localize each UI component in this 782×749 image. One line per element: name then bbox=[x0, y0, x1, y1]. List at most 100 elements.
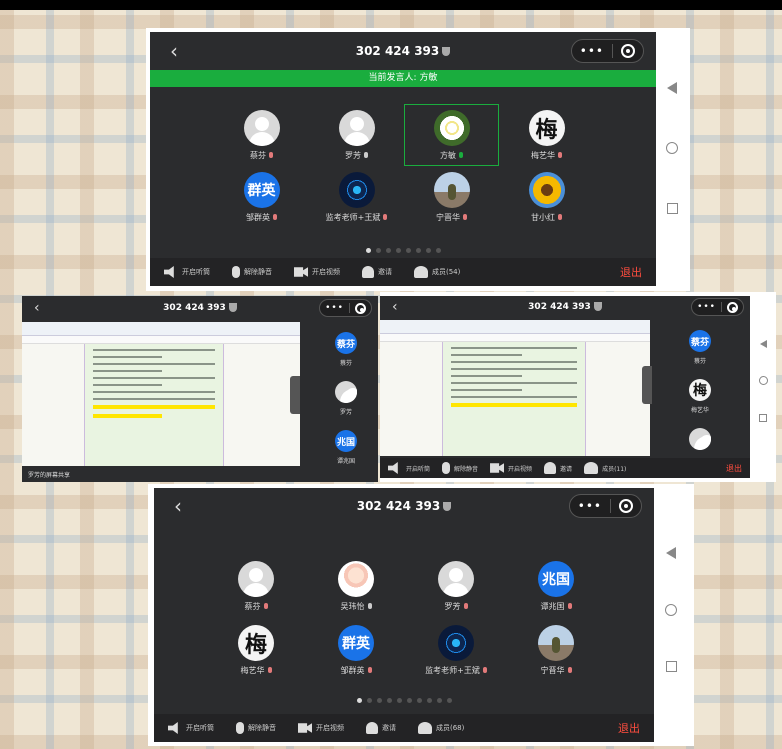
unmute-button[interactable]: 解除静音 bbox=[442, 462, 478, 474]
meeting-id: 302 424 393 bbox=[356, 499, 441, 513]
participant-tile[interactable]: 罗芳 bbox=[335, 381, 357, 416]
participant-tile[interactable]: 梅 梅艺华 bbox=[689, 379, 711, 414]
nav-recent-icon[interactable] bbox=[665, 660, 677, 672]
nav-home-icon[interactable] bbox=[666, 142, 678, 155]
nav-home-icon[interactable] bbox=[758, 376, 768, 386]
avatar bbox=[438, 624, 474, 661]
back-icon[interactable]: ‹ bbox=[392, 299, 398, 315]
close-mini-program-icon[interactable] bbox=[619, 499, 633, 513]
participant-tile[interactable] bbox=[689, 428, 711, 450]
avatar: 梅 bbox=[528, 109, 565, 146]
shield-icon bbox=[443, 502, 452, 511]
speaker-button[interactable]: 开启听筒 bbox=[164, 266, 210, 278]
nav-home-icon[interactable] bbox=[665, 603, 677, 616]
video-button[interactable]: 开启视频 bbox=[294, 266, 340, 278]
members-button[interactable]: 成员(54) bbox=[414, 266, 460, 278]
members-icon bbox=[418, 722, 432, 734]
speaker-button[interactable]: 开启听筒 bbox=[168, 722, 214, 734]
participant-tile[interactable]: 罗芳 bbox=[406, 554, 506, 618]
participant-tile[interactable]: 蔡芬 bbox=[214, 104, 309, 166]
close-mini-program-icon[interactable] bbox=[355, 302, 366, 314]
participant-name: 罗芳 bbox=[339, 409, 352, 416]
avatar bbox=[689, 428, 711, 450]
close-mini-program-icon[interactable] bbox=[727, 301, 738, 313]
screenshot-4-frame: ‹ 302 424 393 ••• 蔡芬 吴玮怡 罗芳 兆国 谭兆国 梅 梅艺华… bbox=[148, 484, 694, 746]
more-icon[interactable]: ••• bbox=[572, 44, 612, 58]
participant-name: 监考老师+王斌 bbox=[325, 212, 381, 222]
unmute-button[interactable]: 解除静音 bbox=[232, 266, 272, 278]
exit-button[interactable]: 退出 bbox=[726, 463, 742, 474]
capsule-menu: ••• bbox=[568, 494, 642, 518]
close-mini-program-icon[interactable] bbox=[621, 44, 635, 58]
nav-back-icon[interactable] bbox=[667, 82, 677, 95]
collapse-panel-handle[interactable] bbox=[290, 376, 300, 414]
participant-tile[interactable]: 罗芳 bbox=[309, 104, 404, 166]
avatar bbox=[338, 171, 375, 208]
nav-recent-icon[interactable] bbox=[759, 413, 767, 422]
document-page bbox=[84, 344, 224, 466]
video-button[interactable]: 开启视频 bbox=[298, 722, 344, 734]
participant-tile[interactable]: 吴玮怡 bbox=[306, 554, 406, 618]
mic-muted-icon bbox=[383, 214, 388, 220]
participant-name: 邹群英 bbox=[246, 212, 270, 222]
top-black-bar bbox=[0, 0, 782, 10]
members-button[interactable]: 成员(68) bbox=[418, 722, 464, 734]
header: ‹ 302 424 393 ••• bbox=[22, 296, 378, 320]
exit-button[interactable]: 退出 bbox=[620, 264, 642, 280]
speaker-icon bbox=[168, 722, 178, 734]
participant-tile[interactable]: 蔡芬 bbox=[206, 554, 306, 618]
participant-tile[interactable]: 监考老师+王斌 bbox=[406, 618, 506, 682]
back-icon[interactable]: ‹ bbox=[170, 39, 178, 63]
nav-recent-icon[interactable] bbox=[666, 202, 678, 214]
more-icon[interactable]: ••• bbox=[692, 302, 721, 312]
mic-muted-icon bbox=[482, 667, 487, 673]
members-icon bbox=[414, 266, 428, 278]
mic-muted-icon bbox=[567, 603, 572, 609]
participant-name: 方敏 bbox=[440, 150, 456, 160]
add-person-icon bbox=[366, 722, 378, 734]
participant-tile[interactable]: 群英 邹群英 bbox=[214, 166, 309, 228]
mic-muted-icon bbox=[367, 667, 372, 673]
invite-button[interactable]: 邀请 bbox=[366, 722, 396, 734]
collapse-panel-handle[interactable] bbox=[642, 366, 652, 404]
back-icon[interactable]: ‹ bbox=[174, 494, 182, 518]
document-page bbox=[442, 342, 586, 456]
participant-name: 梅艺华 bbox=[240, 665, 265, 675]
more-icon[interactable]: ••• bbox=[570, 499, 610, 513]
avatar: 兆国 bbox=[538, 560, 574, 597]
speaker-button[interactable]: 开启听筒 bbox=[388, 462, 430, 474]
participant-tile[interactable]: 兆国 谭兆国 bbox=[335, 430, 357, 465]
current-speaker-banner: 当前发言人: 方敏 bbox=[150, 70, 656, 87]
participant-grid: 蔡芬 吴玮怡 罗芳 兆国 谭兆国 梅 梅艺华 群英 邹群英 监考老师+王斌 宁晋… bbox=[206, 554, 606, 684]
participant-tile[interactable]: 蔡芬 蔡芬 bbox=[335, 332, 357, 367]
participant-tile[interactable]: 群英 邹群英 bbox=[306, 618, 406, 682]
android-nav-bar bbox=[656, 524, 686, 694]
avatar bbox=[238, 560, 274, 597]
participant-tile[interactable]: 甘小红 bbox=[499, 166, 594, 228]
speaker-icon bbox=[388, 462, 398, 474]
participant-tile[interactable]: 梅 梅艺华 bbox=[206, 618, 306, 682]
more-icon[interactable]: ••• bbox=[320, 303, 349, 313]
participant-tile[interactable]: 宁晋华 bbox=[404, 166, 499, 228]
shared-document bbox=[22, 322, 300, 466]
add-person-icon bbox=[362, 266, 374, 278]
video-button[interactable]: 开启视频 bbox=[490, 462, 532, 474]
back-icon[interactable]: ‹ bbox=[34, 300, 40, 316]
mic-muted-icon bbox=[558, 152, 562, 158]
nav-back-icon[interactable] bbox=[666, 546, 676, 559]
participant-tile-active-speaker[interactable]: 方敏 bbox=[404, 104, 499, 166]
participant-tile[interactable]: 蔡芬 蔡芬 bbox=[689, 330, 711, 365]
meeting-id: 302 424 393 bbox=[528, 302, 591, 312]
participant-name: 蔡芬 bbox=[693, 358, 706, 365]
exit-button[interactable]: 退出 bbox=[618, 720, 640, 736]
participant-tile[interactable]: 兆国 谭兆国 bbox=[506, 554, 606, 618]
invite-button[interactable]: 邀请 bbox=[544, 462, 572, 474]
nav-back-icon[interactable] bbox=[759, 340, 767, 349]
mic-muted-icon bbox=[463, 214, 467, 220]
participant-tile[interactable]: 梅 梅艺华 bbox=[499, 104, 594, 166]
participant-tile[interactable]: 宁晋华 bbox=[506, 618, 606, 682]
members-button[interactable]: 成员(11) bbox=[584, 462, 626, 474]
invite-button[interactable]: 邀请 bbox=[362, 266, 392, 278]
unmute-button[interactable]: 解除静音 bbox=[236, 722, 276, 734]
participant-tile[interactable]: 监考老师+王斌 bbox=[309, 166, 404, 228]
